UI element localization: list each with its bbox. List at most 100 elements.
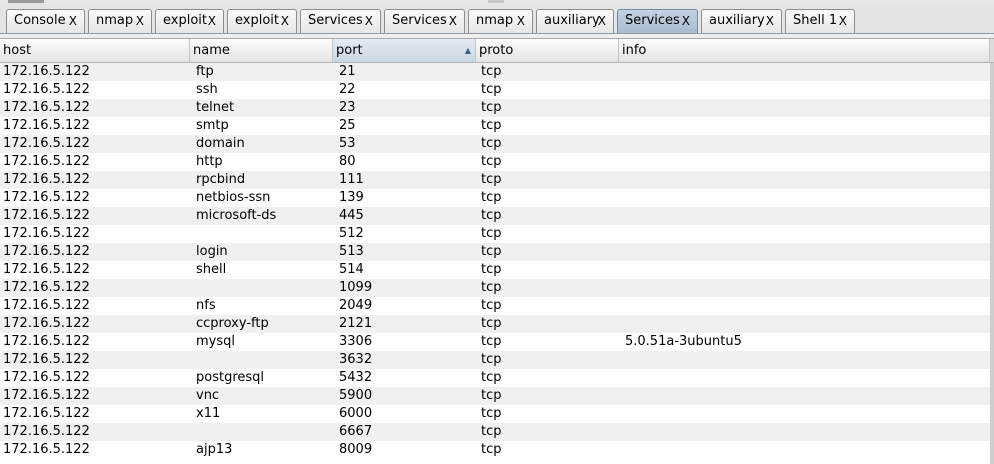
table-row[interactable]: 172.16.5.122 ccproxy-ftp 2121 tcp <box>0 315 990 333</box>
tab-label: exploit <box>163 13 207 28</box>
proto-cell: tcp <box>481 82 502 97</box>
tab-console[interactable]: Console X <box>6 9 85 33</box>
close-icon[interactable]: X <box>136 10 144 32</box>
table-row[interactable]: 172.16.5.122 domain 53 tcp <box>0 135 990 153</box>
close-icon[interactable]: X <box>598 10 606 32</box>
host-cell: 172.16.5.122 <box>3 244 90 259</box>
tab-auxiliary[interactable]: auxiliary X <box>536 9 614 33</box>
host-cell: 172.16.5.122 <box>3 280 90 295</box>
sort-ascending-icon: ▲ <box>464 46 471 55</box>
tab-services[interactable]: Services X <box>300 9 381 33</box>
table-row[interactable]: 172.16.5.122 microsoft-ds 445 tcp <box>0 207 990 225</box>
table-row[interactable]: 172.16.5.122 vnc 5900 tcp <box>0 387 990 405</box>
port-cell: 445 <box>339 208 364 223</box>
table-row[interactable]: 172.16.5.122 nfs 2049 tcp <box>0 297 990 315</box>
tab-nmap[interactable]: nmap X <box>88 9 152 33</box>
host-cell: 172.16.5.122 <box>3 424 90 439</box>
proto-cell: tcp <box>481 100 502 115</box>
table-row[interactable]: 172.16.5.122 ssh 22 tcp <box>0 81 990 99</box>
tab-services[interactable]: Services X <box>384 9 465 33</box>
table-row[interactable]: 172.16.5.122 3632 tcp <box>0 351 990 369</box>
proto-cell: tcp <box>481 226 502 241</box>
port-cell: 21 <box>339 64 356 79</box>
vertical-scrollbar[interactable] <box>990 63 994 464</box>
tab-auxiliary[interactable]: auxiliary X <box>701 9 782 33</box>
info-cell <box>622 171 985 189</box>
name-cell: shell <box>196 262 227 277</box>
column-header-proto[interactable]: proto <box>476 39 619 63</box>
host-cell: 172.16.5.122 <box>3 406 90 421</box>
tab-label: Services <box>625 13 680 28</box>
host-cell: 172.16.5.122 <box>3 172 90 187</box>
proto-cell: tcp <box>481 244 502 259</box>
table-row[interactable]: 172.16.5.122 smtp 25 tcp <box>0 117 990 135</box>
close-icon[interactable]: X <box>281 10 289 32</box>
name-cell <box>193 423 336 441</box>
info-cell <box>622 315 985 333</box>
column-header-label: name <box>193 43 230 58</box>
name-cell <box>193 279 336 297</box>
table-row[interactable]: 172.16.5.122 6667 tcp <box>0 423 990 441</box>
close-icon[interactable]: X <box>682 10 690 32</box>
info-cell <box>622 207 985 225</box>
close-icon[interactable]: X <box>208 10 216 32</box>
column-header-info[interactable]: info <box>619 39 990 63</box>
proto-cell: tcp <box>481 208 502 223</box>
table-row[interactable]: 172.16.5.122 rpcbind 111 tcp <box>0 171 990 189</box>
column-header-name[interactable]: name <box>190 39 333 63</box>
name-cell: x11 <box>196 406 221 421</box>
table-row[interactable]: 172.16.5.122 x11 6000 tcp <box>0 405 990 423</box>
info-cell <box>622 387 985 405</box>
info-cell <box>622 63 985 81</box>
port-cell: 6667 <box>339 424 373 439</box>
table-row[interactable]: 172.16.5.122 netbios-ssn 139 tcp <box>0 189 990 207</box>
table-row[interactable]: 172.16.5.122 http 80 tcp <box>0 153 990 171</box>
close-icon[interactable]: X <box>449 10 457 32</box>
proto-cell: tcp <box>481 262 502 277</box>
close-icon[interactable]: X <box>839 10 847 32</box>
table-row[interactable]: 172.16.5.122 telnet 23 tcp <box>0 99 990 117</box>
host-cell: 172.16.5.122 <box>3 370 90 385</box>
name-cell: ccproxy-ftp <box>196 316 269 331</box>
tab-nmap[interactable]: nmap X <box>468 9 533 33</box>
name-cell: telnet <box>196 100 235 115</box>
close-icon[interactable]: X <box>365 10 373 32</box>
table-row[interactable]: 172.16.5.122 512 tcp <box>0 225 990 243</box>
port-cell: 8009 <box>339 442 373 457</box>
proto-cell: tcp <box>481 154 502 169</box>
name-cell: smtp <box>196 118 229 133</box>
table-row[interactable]: 172.16.5.122 login 513 tcp <box>0 243 990 261</box>
table-row[interactable]: 172.16.5.122 shell 514 tcp <box>0 261 990 279</box>
info-cell <box>622 261 985 279</box>
column-header-host[interactable]: host <box>0 39 190 63</box>
menu-remnant <box>8 0 44 3</box>
info-cell <box>622 405 985 423</box>
close-icon[interactable]: X <box>69 10 77 32</box>
tab-label: Shell 1 <box>793 13 838 28</box>
column-header-port[interactable]: port ▲ <box>333 39 476 63</box>
proto-cell: tcp <box>481 118 502 133</box>
host-cell: 172.16.5.122 <box>3 154 90 169</box>
tab-exploit[interactable]: exploit X <box>155 9 224 33</box>
port-cell: 22 <box>339 82 356 97</box>
info-cell <box>622 423 985 441</box>
close-icon[interactable]: X <box>517 10 525 32</box>
tab-shell-1[interactable]: Shell 1X <box>785 9 855 33</box>
tab-services[interactable]: Services X <box>617 9 698 33</box>
table-row[interactable]: 172.16.5.122 postgresql 5432 tcp <box>0 369 990 387</box>
table-row[interactable]: 172.16.5.122 mysql 3306 tcp 5.0.51a-3ubuntu5 <box>0 333 990 351</box>
port-cell: 23 <box>339 100 356 115</box>
port-cell: 2121 <box>339 316 373 331</box>
host-cell: 172.16.5.122 <box>3 334 90 349</box>
name-cell: nfs <box>196 298 216 313</box>
host-cell: 172.16.5.122 <box>3 208 90 223</box>
port-cell: 513 <box>339 244 364 259</box>
table-row[interactable]: 172.16.5.122 1099 tcp <box>0 279 990 297</box>
info-cell <box>622 135 985 153</box>
table-row[interactable]: 172.16.5.122 ftp 21 tcp <box>0 63 990 81</box>
table-row[interactable]: 172.16.5.122 ajp13 8009 tcp <box>0 441 990 459</box>
tab-bar: Console Xnmap Xexploit Xexploit X Services X Se… <box>0 6 994 34</box>
tab-exploit[interactable]: exploit X <box>227 9 297 33</box>
close-icon[interactable]: X <box>766 10 774 32</box>
info-cell <box>622 351 985 369</box>
